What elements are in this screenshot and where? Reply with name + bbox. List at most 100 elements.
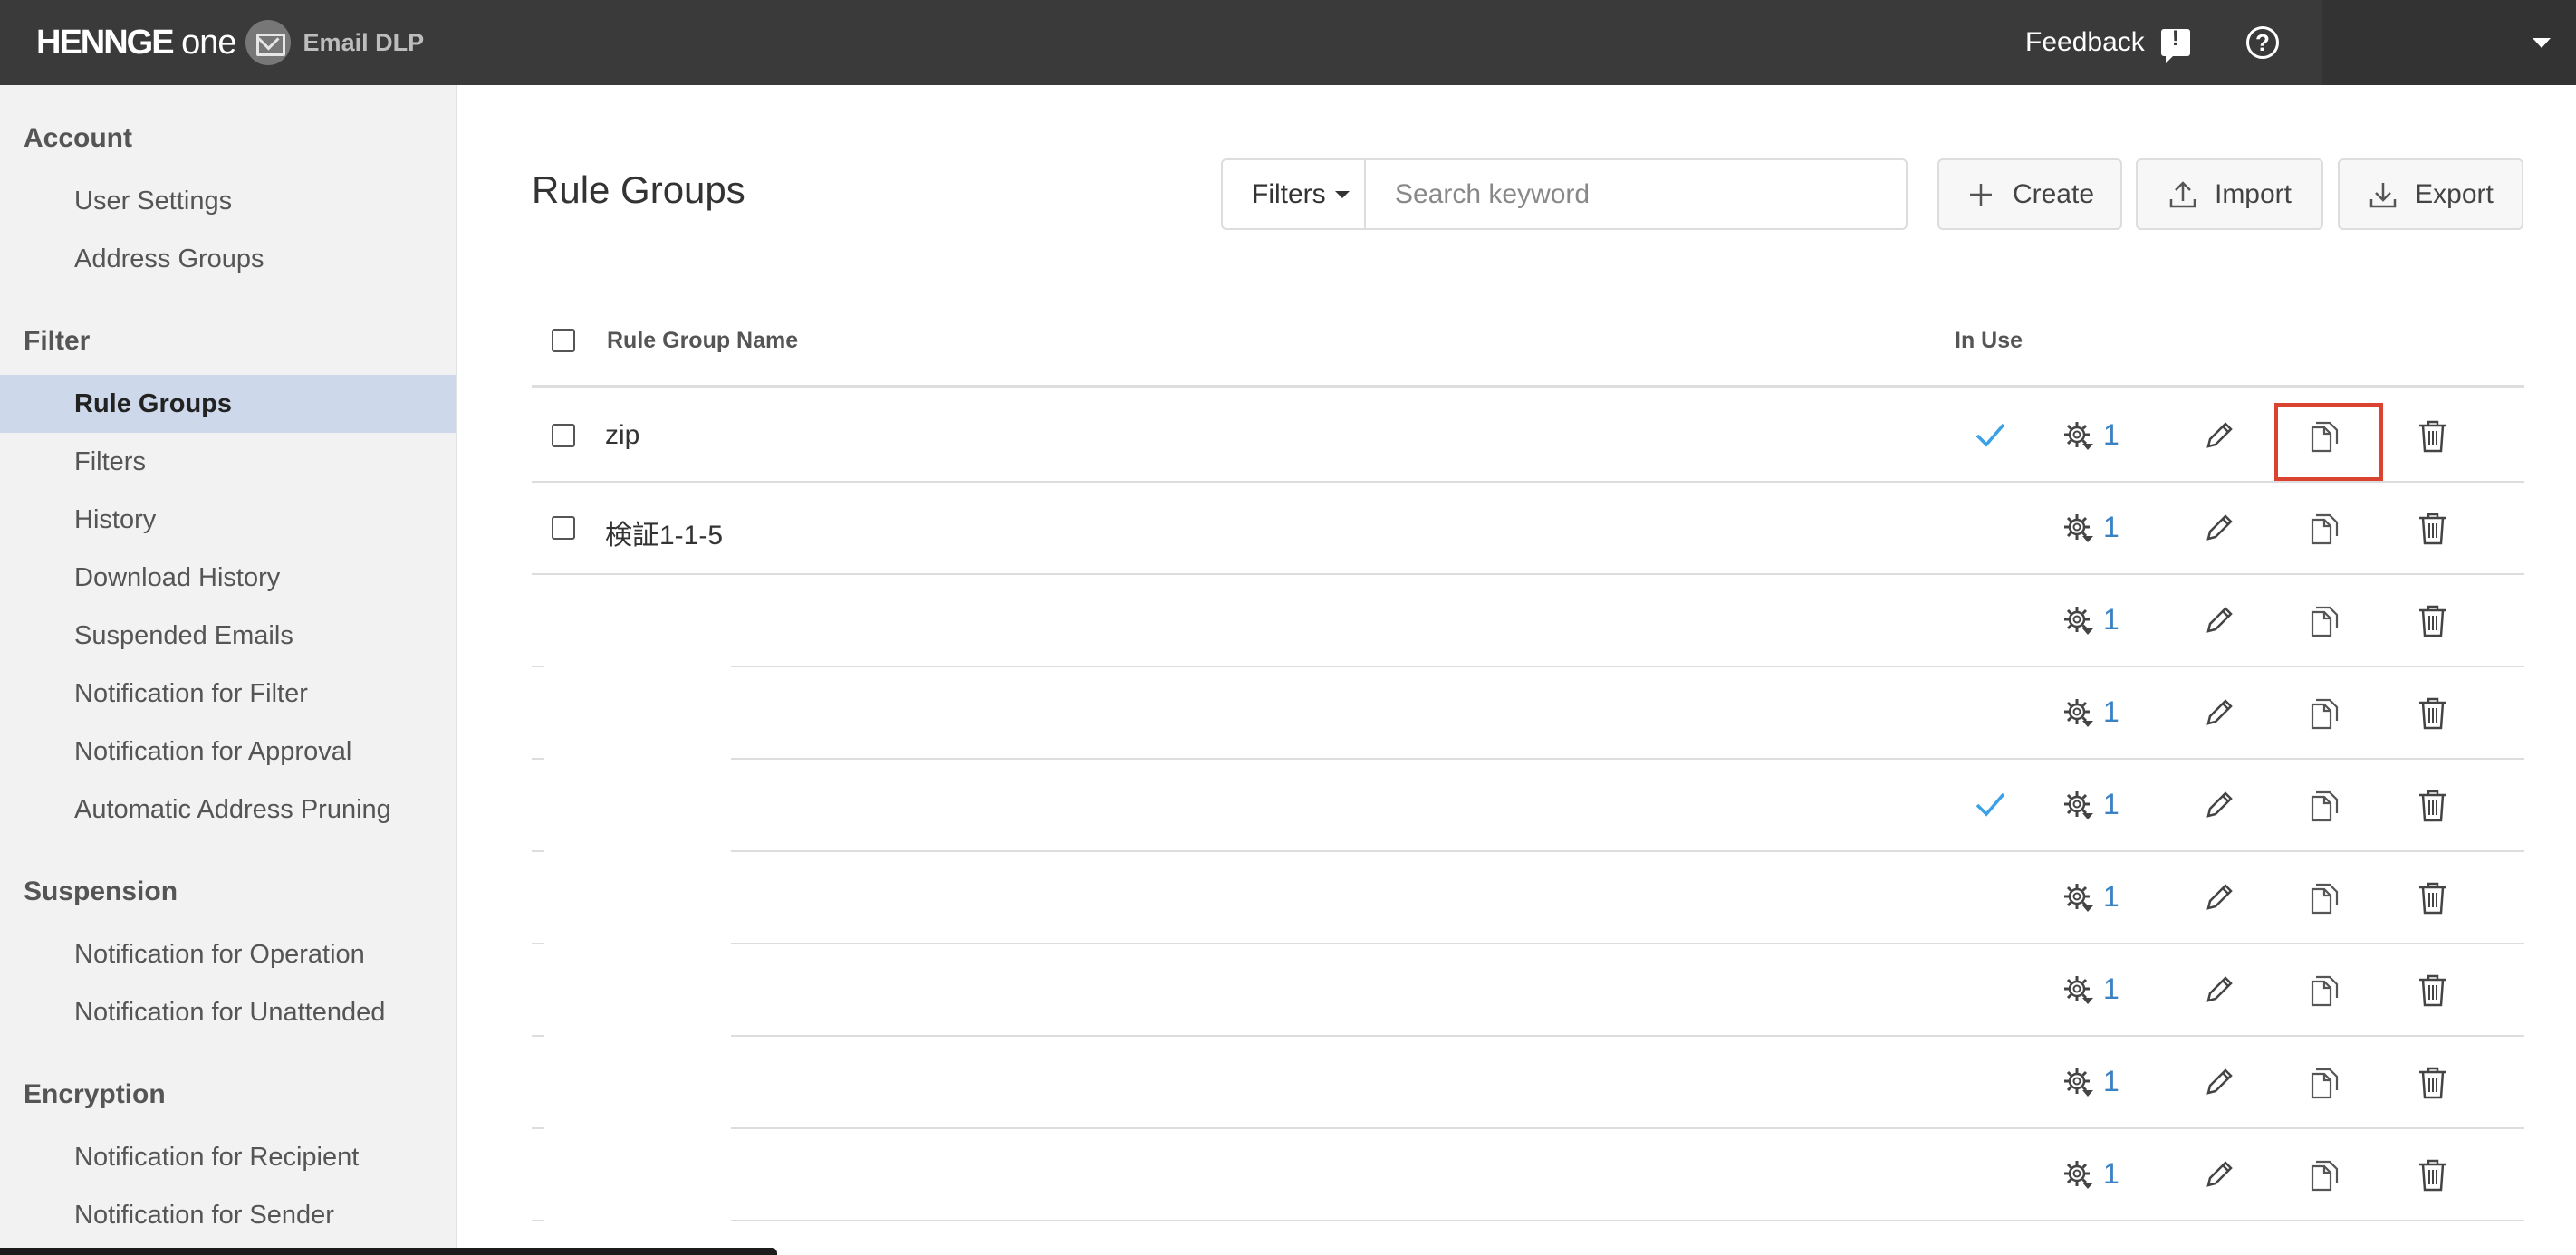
trash-icon[interactable]	[2415, 880, 2451, 916]
help-icon[interactable]: ?	[2246, 26, 2279, 59]
rules-count-link[interactable]: 1	[2103, 511, 2119, 544]
column-rule-group-name: Rule Group Name	[607, 328, 799, 353]
import-label: Import	[2214, 178, 2292, 209]
sidebar-item-notification-approval[interactable]: Notification for Approval	[0, 723, 456, 781]
copy-icon[interactable]	[2308, 603, 2344, 639]
chevron-down-icon	[2533, 38, 2551, 48]
rules-count-link[interactable]: 1	[2103, 695, 2119, 729]
feedback-label: Feedback	[2025, 27, 2145, 57]
search-input[interactable]	[1364, 158, 1908, 230]
copy-icon[interactable]	[2308, 695, 2344, 732]
edit-pencil-icon[interactable]	[2201, 880, 2237, 916]
rules-gear-icon[interactable]	[2061, 1065, 2097, 1101]
edit-pencil-icon[interactable]	[2201, 1065, 2237, 1101]
sidebar-item-notification-operation[interactable]: Notification for Operation	[0, 925, 456, 983]
sidebar-item-notification-recipient[interactable]: Notification for Recipient	[0, 1128, 456, 1186]
brand-logo[interactable]: HENNGE one Email DLP	[36, 20, 424, 65]
rule-group-name[interactable]: 検証1-1-5	[605, 513, 723, 552]
sidebar-item-history[interactable]: History	[0, 491, 456, 549]
row-checkbox[interactable]	[552, 424, 575, 447]
table-row[interactable]: 検証1-1-5 1	[532, 483, 2524, 575]
import-button[interactable]: Import	[2136, 158, 2323, 230]
plus-icon	[1969, 183, 1992, 206]
sidebar-item-suspended-emails[interactable]: Suspended Emails	[0, 607, 456, 665]
rules-count-link[interactable]: 1	[2103, 788, 2119, 821]
rules-gear-icon[interactable]	[2061, 418, 2097, 455]
trash-icon[interactable]	[2415, 418, 2451, 455]
sidebar-item-address-groups[interactable]: Address Groups	[0, 230, 456, 288]
table-header: Rule Group Name In Use	[532, 299, 2524, 388]
copy-icon[interactable]	[2308, 511, 2344, 547]
select-all-checkbox[interactable]	[552, 329, 575, 352]
sidebar-item-user-settings[interactable]: User Settings	[0, 172, 456, 230]
edit-pencil-icon[interactable]	[2201, 603, 2237, 639]
sidebar-item-rule-groups[interactable]: Rule Groups	[0, 375, 456, 433]
trash-icon[interactable]	[2415, 788, 2451, 824]
filters-dropdown[interactable]: Filters	[1221, 158, 1366, 230]
sidebar-item-notification-filter[interactable]: Notification for Filter	[0, 665, 456, 723]
trash-icon[interactable]	[2415, 695, 2451, 732]
sidebar-item-download-history[interactable]: Download History	[0, 549, 456, 607]
sidebar-item-address-pruning[interactable]: Automatic Address Pruning	[0, 781, 456, 838]
edit-pencil-icon[interactable]	[2201, 1157, 2237, 1193]
rules-gear-icon[interactable]	[2061, 788, 2097, 824]
table-row[interactable]: 1	[532, 1129, 2524, 1221]
trash-icon[interactable]	[2415, 972, 2451, 1009]
in-use-check-icon	[1972, 786, 2008, 822]
page-title: Rule Groups	[532, 168, 745, 211]
table-row[interactable]: zip 1	[532, 390, 2524, 483]
feedback-button[interactable]: Feedback	[2025, 24, 2190, 63]
edit-pencil-icon[interactable]	[2201, 788, 2237, 824]
copy-icon[interactable]	[2308, 1157, 2344, 1193]
rules-gear-icon[interactable]	[2061, 695, 2097, 732]
caret-down-icon	[1334, 190, 1350, 198]
copy-icon[interactable]	[2308, 788, 2344, 824]
copy-icon[interactable]	[2308, 1065, 2344, 1101]
edit-pencil-icon[interactable]	[2201, 695, 2237, 732]
create-label: Create	[2012, 178, 2095, 209]
brand-name: HENNGE one	[36, 23, 237, 62]
edit-pencil-icon[interactable]	[2201, 418, 2237, 455]
edit-pencil-icon[interactable]	[2201, 972, 2237, 1009]
user-menu[interactable]	[2322, 0, 2576, 85]
top-bar: HENNGE one Email DLP Feedback ?	[0, 0, 2576, 85]
rules-gear-icon[interactable]	[2061, 880, 2097, 916]
rules-count-link[interactable]: 1	[2103, 972, 2119, 1006]
rules-gear-icon[interactable]	[2061, 1157, 2097, 1193]
copy-highlight-box	[2274, 403, 2383, 481]
table-row[interactable]: 1	[532, 667, 2524, 760]
trash-icon[interactable]	[2415, 1157, 2451, 1193]
filters-label: Filters	[1252, 178, 1326, 209]
export-label: Export	[2415, 178, 2494, 209]
rules-count-link[interactable]: 1	[2103, 1065, 2119, 1098]
export-button[interactable]: Export	[2338, 158, 2523, 230]
create-button[interactable]: Create	[1937, 158, 2122, 230]
rules-count-link[interactable]: 1	[2103, 418, 2119, 452]
sidebar-item-notification-sender[interactable]: Notification for Sender	[0, 1186, 456, 1244]
copy-icon[interactable]	[2308, 972, 2344, 1009]
rules-gear-icon[interactable]	[2061, 603, 2097, 639]
rules-gear-icon[interactable]	[2061, 511, 2097, 547]
rules-count-link[interactable]: 1	[2103, 1157, 2119, 1191]
sidebar-item-filters[interactable]: Filters	[0, 433, 456, 491]
table-row[interactable]: 1	[532, 760, 2524, 852]
feedback-icon	[2160, 26, 2190, 63]
row-checkbox[interactable]	[552, 516, 575, 540]
edit-pencil-icon[interactable]	[2201, 511, 2237, 547]
section-account: Account	[24, 123, 132, 153]
table-row[interactable]: 1	[532, 575, 2524, 667]
rule-group-name[interactable]: zip	[605, 420, 639, 451]
sidebar-item-notification-unattended[interactable]: Notification for Unattended	[0, 983, 456, 1041]
copy-icon[interactable]	[2308, 880, 2344, 916]
table-row[interactable]: 1	[532, 1037, 2524, 1129]
table-row[interactable]: 1	[532, 944, 2524, 1037]
rules-count-link[interactable]: 1	[2103, 603, 2119, 637]
trash-icon[interactable]	[2415, 1065, 2451, 1101]
rules-gear-icon[interactable]	[2061, 972, 2097, 1009]
rules-count-link[interactable]: 1	[2103, 880, 2119, 914]
table-row[interactable]: 1	[532, 852, 2524, 944]
trash-icon[interactable]	[2415, 511, 2451, 547]
section-filter: Filter	[24, 326, 91, 356]
mail-icon	[245, 20, 291, 65]
trash-icon[interactable]	[2415, 603, 2451, 639]
